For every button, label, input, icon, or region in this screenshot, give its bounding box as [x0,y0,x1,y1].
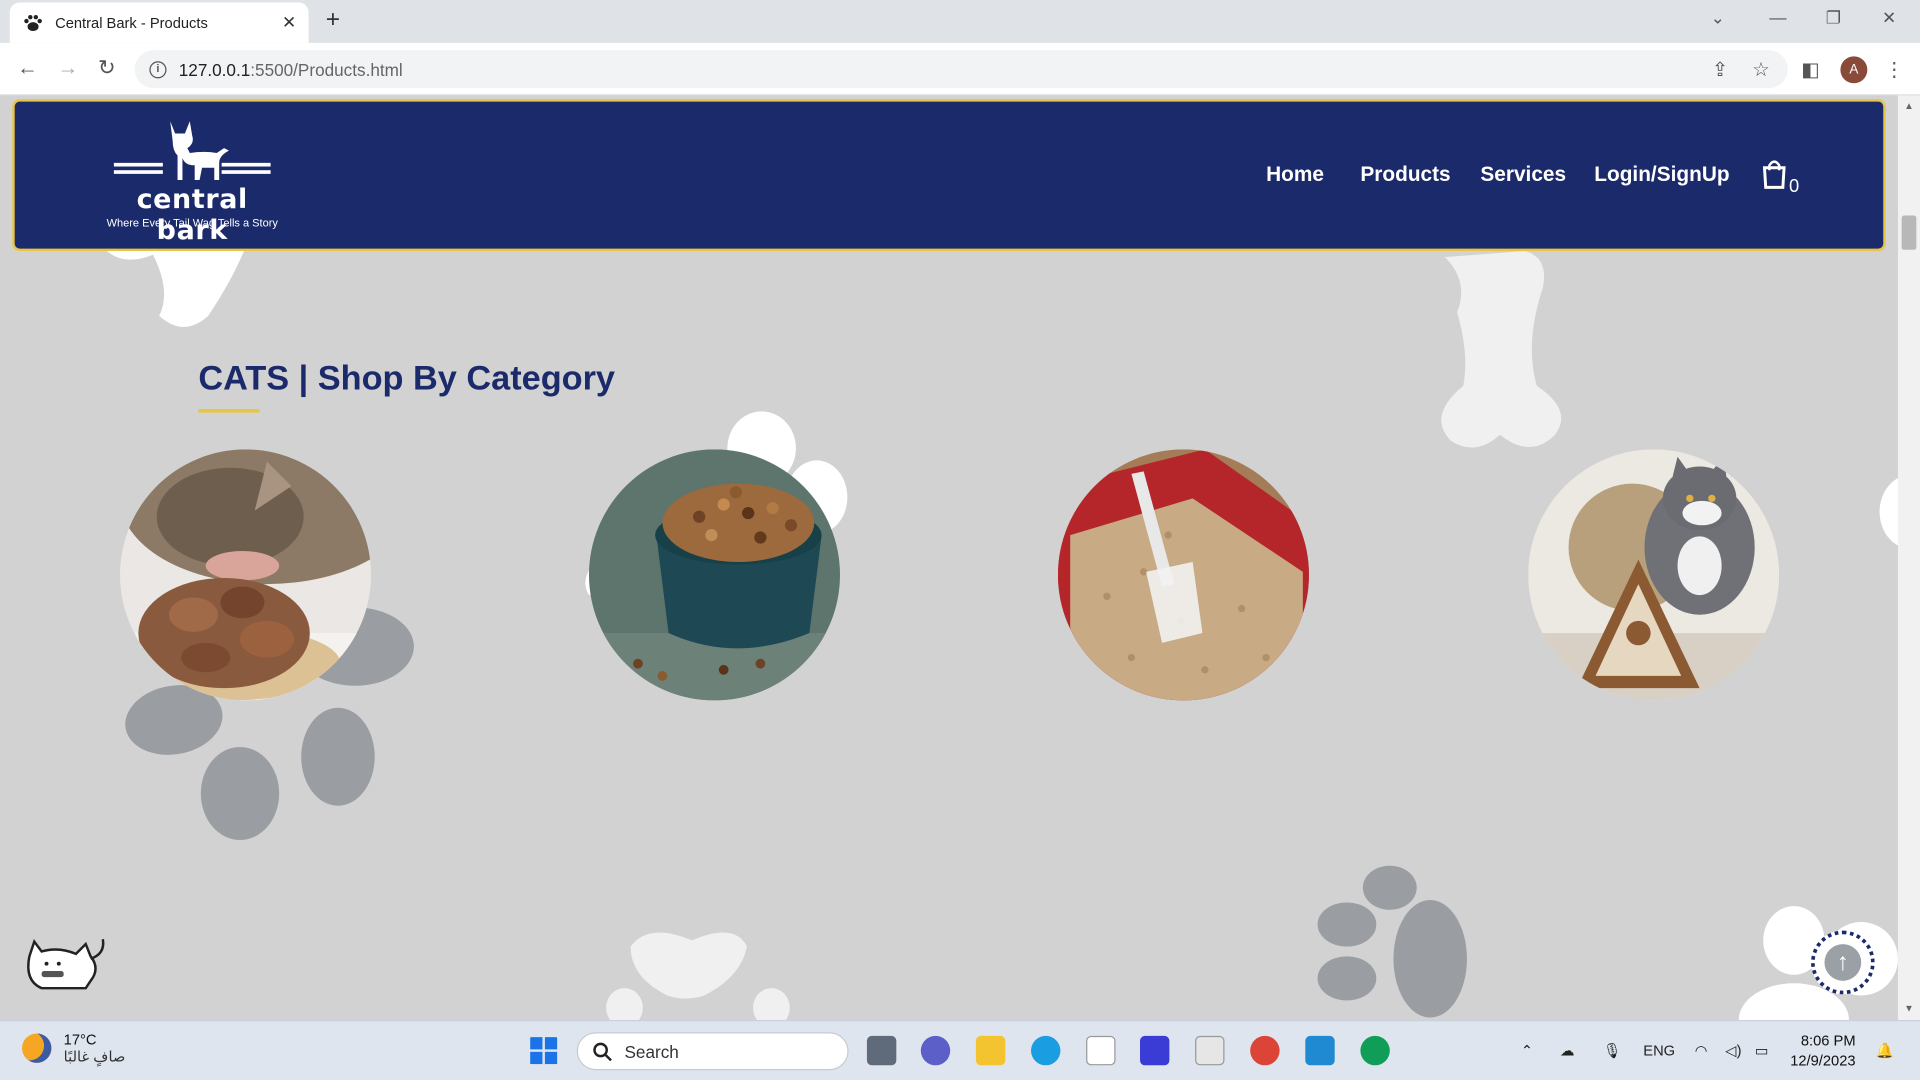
site-info-icon[interactable]: i [149,60,167,78]
litter-image [1057,449,1309,701]
taskbar-search[interactable]: Search [576,1032,849,1071]
restore-button[interactable]: ❐ [1826,7,1841,28]
paw-decoration [606,932,790,1021]
toys-image [1528,449,1780,701]
task-view-icon[interactable] [866,1035,897,1066]
url-field[interactable]: i 127.0.0.1:5500/Products.html [134,50,1788,89]
brand-tagline: Where Every Tail Wag Tells a Story [106,216,278,229]
chrome-profile-icon[interactable] [1360,1035,1390,1066]
vscode-icon[interactable] [1305,1035,1335,1066]
nav-services[interactable]: Services [1480,163,1566,187]
bookmark-star-icon[interactable]: ☆ [1752,58,1770,82]
system-clock[interactable]: 8:06 PM 12/9/2023 [1790,1031,1855,1070]
windows-taskbar: 17°C صافٍ غالبًا Search ⌃ ☁ 🎙 ENG ◠ ◁) ▭… [0,1020,1920,1080]
menu-icon[interactable]: ⋮ [1884,58,1904,82]
browser-tab[interactable]: Central Bark - Products ✕ [9,2,309,43]
close-tab-icon[interactable]: ✕ [282,12,296,33]
app-icon[interactable] [1140,1035,1170,1066]
shopping-bag-icon[interactable] [1761,158,1788,190]
microphone-icon[interactable]: 🎙 [1603,1042,1622,1059]
search-label: Search [624,1041,679,1062]
brand-name: central bark [136,184,248,247]
dog-logo-icon [113,121,271,180]
search-icon [593,1042,612,1061]
forward-icon[interactable]: → [58,56,79,80]
paw-decoration [1317,865,1467,1018]
weather-description: صافٍ غالبًا [63,1048,126,1066]
bone-decoration [1441,251,1562,448]
windows-start-icon[interactable] [529,1036,558,1065]
weather-icon [22,1033,52,1063]
edge-icon[interactable] [1031,1035,1061,1066]
url-path: :5500/Products.html [250,59,403,79]
store-icon[interactable] [1086,1035,1116,1066]
back-icon[interactable]: ← [17,56,38,80]
weather-temperature: 17°C [63,1031,97,1049]
back-to-top-button[interactable]: ↑ [1811,930,1875,995]
heading-underline [198,408,260,413]
wet-food-image [120,449,372,701]
reload-icon[interactable]: ↻ [98,56,115,80]
side-panel-icon[interactable]: ◧ [1801,58,1820,82]
category-dry-food[interactable] [588,449,840,701]
new-tab-button[interactable]: + [326,6,340,34]
share-icon[interactable]: ⇪ [1712,58,1728,82]
language-indicator[interactable]: ENG [1643,1042,1675,1059]
category-litter[interactable] [1057,449,1309,701]
browser-address-bar: ← → ↻ i 127.0.0.1:5500/Products.html ⇪ ☆… [0,42,1920,96]
clock-date: 12/9/2023 [1790,1051,1856,1069]
category-wet-food[interactable] [120,449,372,701]
arrow-up-icon: ↑ [1824,944,1862,981]
nav-products[interactable]: Products [1360,163,1450,187]
cart-count: 0 [1788,176,1800,198]
scroll-down-icon[interactable]: ▼ [1904,1003,1914,1014]
snipping-tool-icon[interactable] [1195,1035,1225,1066]
url-host: 127.0.0.1 [178,59,251,79]
section-heading: CATS | Shop By Category [198,358,615,397]
site-logo[interactable]: central bark Where Every Tail Wag Tells … [106,116,278,246]
scroll-up-icon[interactable]: ▲ [1904,100,1914,111]
tab-title: Central Bark - Products [55,14,208,32]
tab-search-icon[interactable]: ⌄ [1711,7,1725,28]
weather-widget[interactable]: 17°C صافٍ غالبًا [22,1031,125,1065]
page-viewport: central bark Where Every Tail Wag Tells … [0,95,1898,1021]
show-hidden-icons[interactable]: ⌃ [1521,1042,1533,1059]
cat-mascot-icon [27,938,105,990]
wifi-icon[interactable]: ◠ [1695,1042,1708,1059]
profile-avatar[interactable]: A [1840,56,1868,84]
page-scrollbar[interactable]: ▲ ▼ [1897,95,1920,1021]
nav-login-signup[interactable]: Login/SignUp [1594,163,1729,187]
site-header: central bark Where Every Tail Wag Tells … [12,99,1886,252]
chat-icon[interactable] [920,1035,951,1066]
paw-favicon-icon [24,14,42,31]
onedrive-icon[interactable]: ☁ [1560,1042,1575,1059]
scrollbar-thumb[interactable] [1901,215,1917,250]
clock-time: 8:06 PM [1800,1032,1856,1050]
chrome-icon[interactable] [1250,1035,1280,1066]
category-toys[interactable] [1528,449,1780,701]
volume-icon[interactable]: ◁) [1725,1042,1741,1059]
paw-decoration [1879,478,1898,546]
close-window-button[interactable]: ✕ [1882,7,1896,28]
minimize-button[interactable]: — [1769,7,1786,27]
bone-decoration [104,248,245,327]
file-explorer-icon[interactable] [975,1035,1006,1066]
browser-tab-bar: Central Bark - Products ✕ + ⌄ — ❐ ✕ [0,0,1920,43]
battery-icon[interactable]: ▭ [1755,1042,1769,1059]
notification-bell-icon[interactable]: 🔔 [1876,1042,1894,1059]
nav-home[interactable]: Home [1266,163,1324,187]
dry-food-image [588,449,840,701]
